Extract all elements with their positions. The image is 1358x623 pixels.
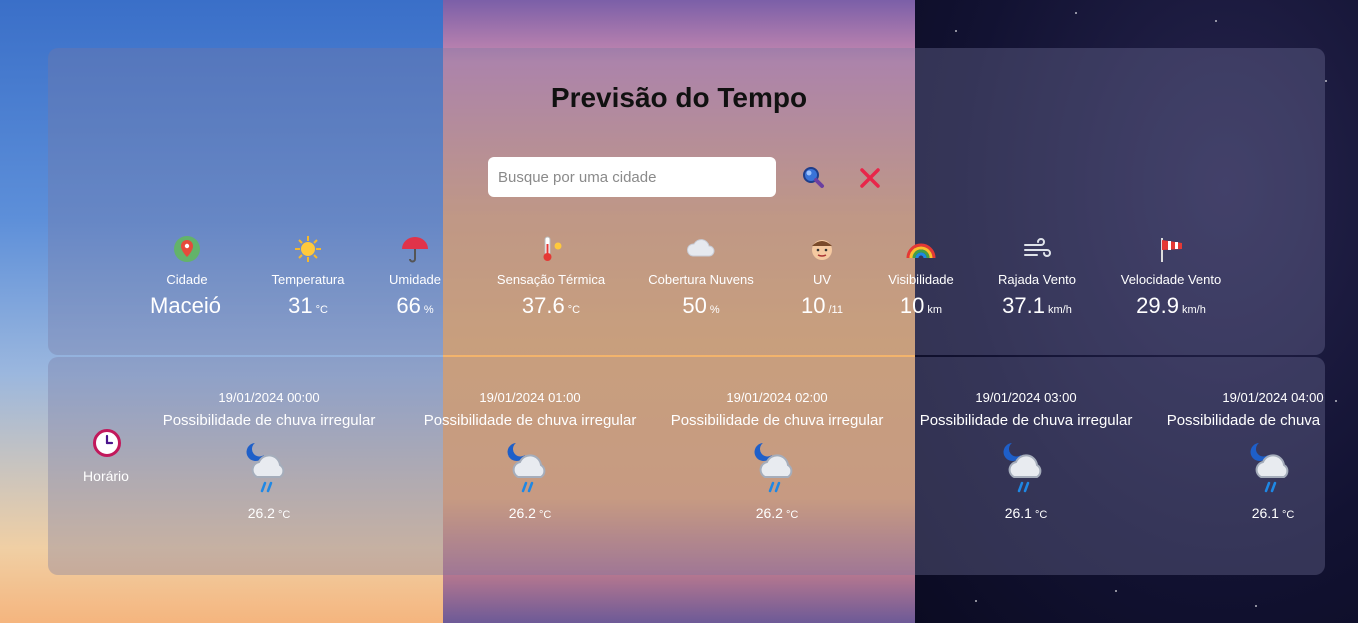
hourly-temperature: 26.1 °C bbox=[1251, 505, 1295, 521]
umbrella-icon bbox=[345, 232, 485, 266]
metric-label: Velocidade Vento bbox=[1120, 272, 1222, 287]
metric-label: Sensação Térmica bbox=[496, 272, 606, 287]
clear-search-button[interactable] bbox=[856, 164, 884, 192]
wind-icon bbox=[967, 232, 1107, 266]
metric-cidade: Cidade Maceió bbox=[117, 232, 257, 319]
map-pin-icon bbox=[117, 232, 257, 266]
metric-value: 50% bbox=[682, 293, 720, 318]
metric-value: 37.1 km/h bbox=[1002, 293, 1072, 318]
metric-umidade: Umidade 66% bbox=[345, 232, 485, 319]
metric-label: Cobertura Nuvens bbox=[648, 272, 754, 287]
hourly-item: 19/01/2024 04:00 Possibilidade de chuva … bbox=[1153, 390, 1325, 521]
metric-label: Umidade bbox=[388, 272, 442, 287]
hourly-datetime: 19/01/2024 04:00 bbox=[1222, 390, 1324, 405]
page-title: Previsão do Tempo bbox=[550, 82, 808, 113]
search-input[interactable] bbox=[488, 157, 776, 197]
metric-value: 66% bbox=[396, 293, 434, 318]
metric-rajada-vento: Rajada Vento 37.1 km/h bbox=[967, 232, 1107, 319]
hourly-condition: Possibilidade de chuva irregular bbox=[1166, 412, 1325, 429]
close-icon bbox=[860, 168, 880, 188]
metric-label: Cidade bbox=[166, 272, 208, 287]
search-icon bbox=[803, 167, 824, 188]
hourly-scroll-clip: 19/01/2024 04:00 Possibilidade de chuva … bbox=[48, 357, 1325, 575]
thermometer-icon bbox=[481, 232, 621, 266]
metric-value: 37.6 °C bbox=[521, 293, 581, 318]
windsock-icon bbox=[1101, 232, 1241, 266]
metric-cobertura-nuvens: Cobertura Nuvens 50% bbox=[631, 232, 771, 319]
night-rain-icon bbox=[1153, 439, 1325, 497]
metric-sensacao-termica: Sensação Térmica 37.6 °C bbox=[481, 232, 621, 319]
metric-velocidade-vento: Velocidade Vento 29.9 km/h bbox=[1101, 232, 1241, 319]
cloud-icon bbox=[631, 232, 771, 266]
search-button[interactable] bbox=[800, 164, 828, 192]
metric-value: 29.9 km/h bbox=[1136, 293, 1206, 318]
metric-label: Rajada Vento bbox=[997, 272, 1077, 287]
metric-value: Maceió bbox=[150, 293, 221, 318]
